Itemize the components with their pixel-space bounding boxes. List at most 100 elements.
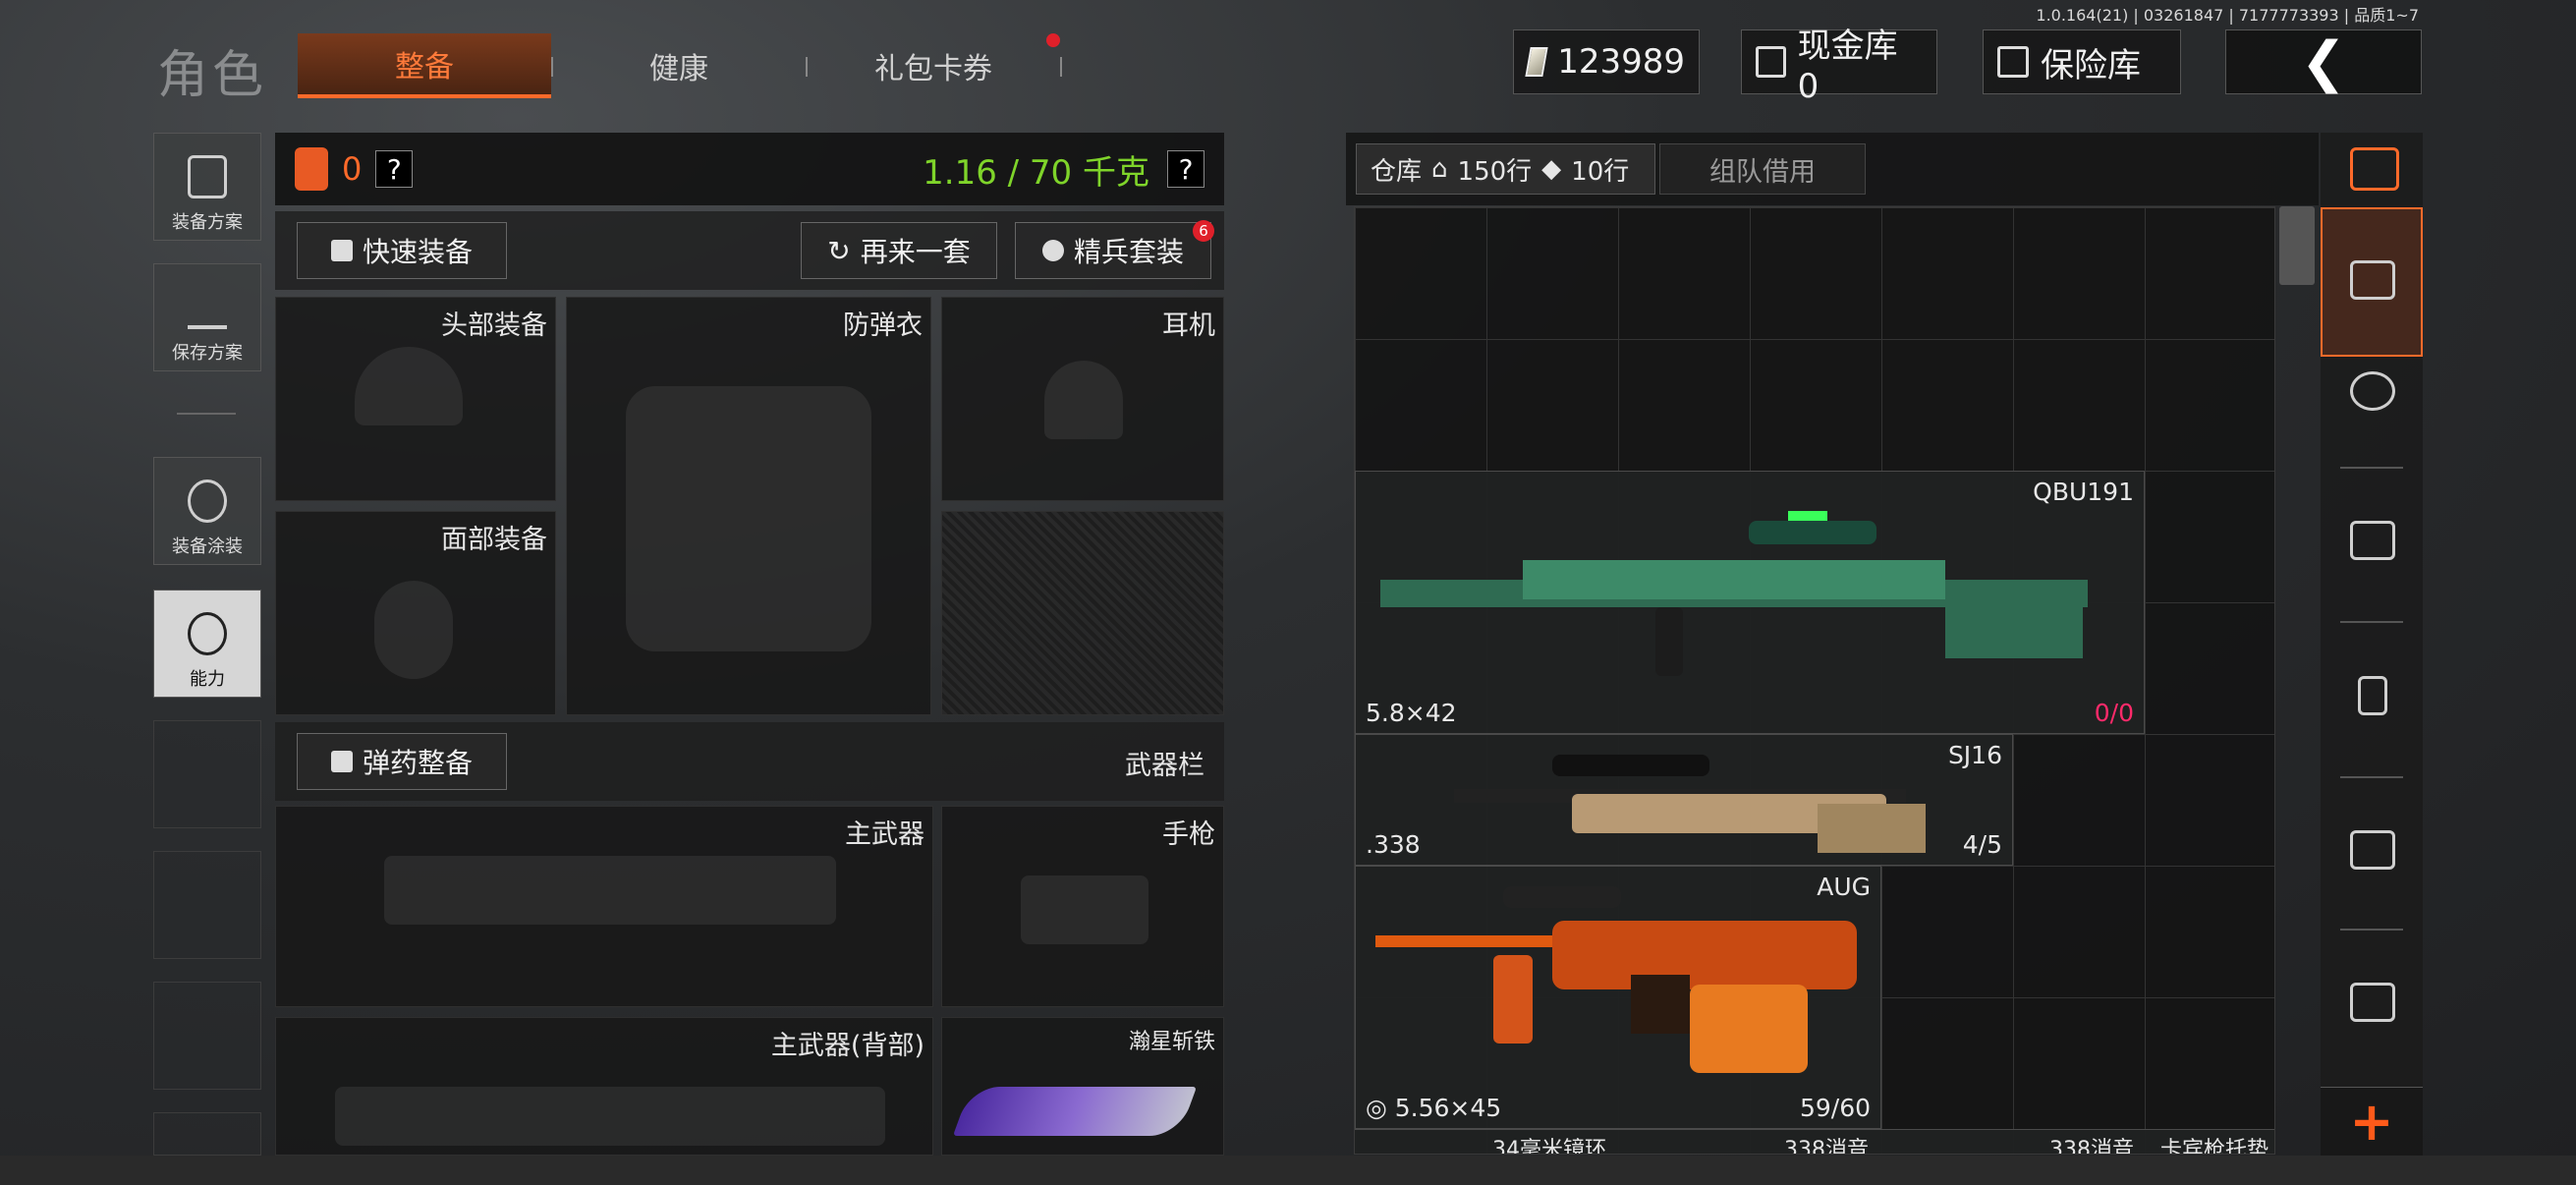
plus-icon: + — [2349, 1091, 2394, 1153]
item-count: 4/5 — [1962, 830, 2002, 859]
quick-equip-button[interactable]: 快速装备 — [297, 222, 507, 279]
sidebar-item-label: 装备方案 — [172, 212, 243, 233]
sidebar-divider — [177, 413, 236, 415]
sidebar-empty-slot[interactable] — [153, 851, 261, 959]
slot-pistol[interactable]: 手枪 — [941, 806, 1224, 1007]
notification-dot — [1046, 33, 1060, 47]
sidebar-item-loadout-plan[interactable]: 装备方案 — [153, 133, 261, 241]
warehouse-scrollbar[interactable] — [2279, 206, 2315, 285]
tab-warehouse[interactable]: 仓库 ⌂ 150行 ◆ 10行 — [1356, 143, 1655, 195]
lightning-icon — [188, 612, 227, 655]
sidebar-empty-slot[interactable] — [153, 982, 261, 1090]
currency-value: 123989 — [1557, 42, 1685, 82]
again-button[interactable]: ↻ 再来一套 — [801, 222, 997, 279]
bottom-bar — [0, 1156, 2576, 1185]
cash-icon — [1525, 47, 1548, 77]
help-icon[interactable]: ? — [375, 150, 414, 188]
shield-icon — [1041, 240, 1064, 261]
chevron-left-icon: ❮ — [2300, 29, 2347, 94]
weight-help-icon[interactable]: ? — [1167, 150, 1204, 188]
page-title: 角色 — [157, 46, 268, 105]
partial-items-row: 34毫米镜环 .338消音 .338消音 卡宾枪托垫 — [1355, 1129, 2274, 1155]
refresh-stack-icon[interactable] — [2350, 147, 2399, 191]
item-caliber-wrap: ◎ 5.56×45 — [1366, 1094, 1501, 1122]
slot-pistol-label: 手枪 — [1162, 819, 1215, 850]
skin-icon — [188, 480, 227, 523]
box-icon[interactable] — [2350, 983, 2395, 1022]
warehouse-item-sj16[interactable]: SJ16 .338 4/5 — [1355, 734, 2013, 866]
slot-primary[interactable]: 主武器 — [275, 806, 933, 1007]
category-separator — [2340, 621, 2403, 623]
slot-primary-label: 主武器 — [845, 819, 924, 850]
tab-gift-vouchers[interactable]: 礼包卡券 — [807, 33, 1060, 98]
slot-melee[interactable]: 瀚星斩铁 — [941, 1017, 1224, 1156]
slot-armor[interactable]: 防弹衣 — [566, 297, 931, 715]
item-caliber: 5.8×42 — [1366, 699, 1457, 727]
warehouse-item-qbu191[interactable]: QBU191 5.8×42 0/0 — [1355, 471, 2145, 734]
tab-equip[interactable]: 整备 — [298, 33, 551, 98]
tab-team-borrow[interactable]: 组队借用 — [1659, 143, 1866, 195]
armor-count: 0 — [342, 150, 363, 188]
key-icon[interactable] — [2358, 676, 2387, 715]
ammo-row: 弹药整备 武器栏 — [275, 722, 1224, 801]
item-caliber: 5.56×45 — [1394, 1094, 1502, 1122]
ammo-equip-button[interactable]: 弹药整备 — [297, 733, 507, 790]
home-icon: ⌂ — [1431, 154, 1448, 184]
slot-armor-label: 防弹衣 — [843, 310, 923, 341]
back-button[interactable]: ❮ — [2225, 29, 2422, 94]
ammo-type-icon: ◎ — [1366, 1094, 1395, 1122]
slot-head[interactable]: 头部装备 — [275, 297, 556, 501]
rifle-icon — [384, 856, 836, 925]
warehouse-grid[interactable]: QBU191 5.8×42 0/0 SJ16 .338 4/5 AUG ◎ 5.… — [1354, 206, 2275, 1155]
weapon-bar-label: 武器栏 — [1125, 751, 1204, 781]
cash-vault-button[interactable]: 现金库 0 — [1741, 27, 1937, 106]
elite-set-button[interactable]: 精兵套装 — [1015, 222, 1211, 279]
item-count: 59/60 — [1799, 1094, 1871, 1122]
slot-face[interactable]: 面部装备 — [275, 511, 556, 715]
quick-equip-label: 快速装备 — [362, 236, 473, 268]
sniper-rifle-icon — [1380, 511, 2088, 676]
shirt-icon — [330, 240, 353, 261]
item-name: .338消音 — [1777, 1138, 1869, 1155]
slot-primary-back[interactable]: 主武器(背部) — [275, 1017, 933, 1156]
warehouse-item-aug[interactable]: AUG ◎ 5.56×45 59/60 — [1355, 866, 1881, 1129]
sidebar-empty-slot[interactable] — [153, 720, 261, 828]
slot-locked — [941, 511, 1224, 715]
ammo-equip-label: 弹药整备 — [362, 747, 473, 779]
rifle-back-icon — [335, 1087, 885, 1146]
slot-melee-label: 瀚星斩铁 — [1128, 1030, 1215, 1054]
warehouse-rows-home: 150行 — [1457, 156, 1533, 187]
pistol-icon — [1021, 875, 1148, 944]
cash-vault-label: 现金库 0 — [1797, 26, 1898, 106]
gas-mask-icon — [374, 581, 453, 679]
cash-icon[interactable] — [2350, 830, 2395, 870]
loadout-header: 0 ? 1.16 / 70 千克 ? — [275, 133, 1224, 205]
stack-icon — [2350, 260, 2395, 300]
version-info: 1.0.164(21) | 03261847 | 7177773393 | 品质… — [2036, 6, 2419, 25]
again-label: 再来一套 — [860, 236, 971, 268]
sidebar-item-save-plan[interactable]: 保存方案 — [153, 263, 261, 371]
item-name: 卡宾枪托垫 — [2160, 1138, 2269, 1155]
download-icon — [188, 286, 227, 329]
item-name: .338消音 — [2043, 1138, 2134, 1155]
grenade-icon[interactable] — [2350, 371, 2395, 411]
sidebar-item-skin[interactable]: 装备涂装 — [153, 457, 261, 565]
weight-display: 1.16 / 70 千克 — [923, 152, 1149, 193]
tab-health[interactable]: 健康 — [552, 33, 806, 98]
refresh-icon: ↻ — [827, 234, 851, 267]
sidebar-item-label: 保存方案 — [172, 343, 243, 364]
safe-icon — [1997, 46, 2029, 78]
safe-button[interactable]: 保险库 — [1983, 29, 2181, 94]
slot-head-label: 头部装备 — [441, 310, 547, 341]
sidebar-empty-slot[interactable] — [153, 1112, 261, 1156]
sidebar-item-ability[interactable]: 能力 — [153, 590, 261, 698]
medkit-icon[interactable] — [2350, 521, 2395, 560]
item-name: 34毫米镜环 — [1492, 1138, 1606, 1155]
item-count-current: 0 — [2094, 699, 2110, 727]
currency-display: 123989 — [1513, 29, 1700, 94]
slot-headset[interactable]: 耳机 — [941, 297, 1224, 501]
slot-headset-label: 耳机 — [1162, 310, 1215, 341]
category-separator — [2340, 467, 2403, 469]
headset-icon — [1044, 361, 1123, 439]
add-button[interactable]: + — [2321, 1087, 2423, 1156]
